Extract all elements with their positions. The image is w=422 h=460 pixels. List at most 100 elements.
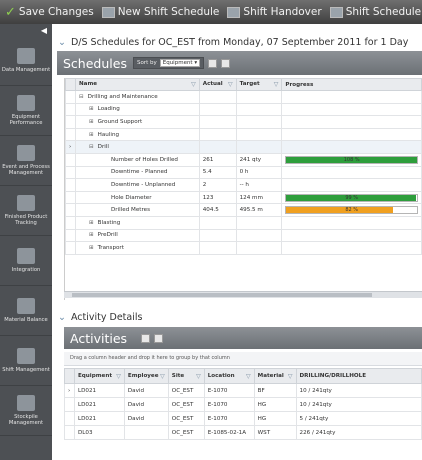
scrollbar-thumb[interactable] xyxy=(72,293,372,297)
row-indicator[interactable] xyxy=(65,115,76,129)
expand-icon[interactable]: ⊞ xyxy=(89,132,94,138)
cell-actual xyxy=(198,90,237,104)
row-indicator[interactable] xyxy=(65,165,76,180)
column-header-drilling[interactable]: DRILLING/DRILLHOLE xyxy=(295,368,422,384)
table-row[interactable]: Drilled Metres 404.5 495.5 m 82 % xyxy=(65,203,422,217)
collapse-sidebar-icon[interactable]: ◀ xyxy=(0,24,52,36)
sidebar-item-product[interactable]: Finished Product Tracking xyxy=(0,186,52,236)
table-row[interactable]: LD021 David OC_EST E-1070 HG 5 / 241qty xyxy=(64,411,422,426)
row-indicator[interactable]: › xyxy=(64,383,75,398)
shift-handover-button[interactable]: Shift Handover xyxy=(227,6,322,18)
cell-target: -- h xyxy=(235,178,283,192)
schedule-horizontal-scrollbar[interactable] xyxy=(64,291,422,298)
filter-icon[interactable]: ▽ xyxy=(196,373,201,380)
column-header-location[interactable]: Location ▽ xyxy=(203,368,255,384)
cell-target xyxy=(235,228,283,243)
cell-target xyxy=(235,102,283,117)
cell-actual xyxy=(198,241,237,255)
filter-icon[interactable]: ▽ xyxy=(191,81,196,88)
table-row[interactable]: Hole Diameter 123 124 mm 99 % xyxy=(65,190,422,205)
filter-icon[interactable]: ▽ xyxy=(160,373,165,380)
column-header-text: Material xyxy=(257,372,284,379)
table-row[interactable]: Downtime - Unplanned 2 -- h xyxy=(65,178,422,192)
filter-icon[interactable]: ▽ xyxy=(288,373,293,380)
sidebar-item-data[interactable]: Data Management xyxy=(0,36,52,86)
sidebar-item-event[interactable]: Event and Process Management xyxy=(0,136,52,186)
new-shift-schedule-button[interactable]: New Shift Schedule xyxy=(101,6,219,18)
document-icon[interactable] xyxy=(221,58,231,68)
table-row[interactable]: › LD021 David OC_EST E-1070 BF 10 / 241qty xyxy=(64,383,422,398)
link-icon[interactable] xyxy=(141,333,151,343)
sidebar-item-label: Integration xyxy=(11,267,41,273)
sidebar-item-integration[interactable]: Integration xyxy=(0,236,52,286)
filter-icon[interactable]: ▽ xyxy=(228,81,233,88)
column-header-target-text: Target xyxy=(239,81,260,87)
table-row[interactable]: LD021 David OC_EST E-1070 HG 10 / 241qty xyxy=(64,397,422,412)
column-header-actual[interactable]: Actual ▽ xyxy=(198,78,237,91)
cell-progress: 82 % xyxy=(281,203,422,217)
column-header-text: Employee xyxy=(127,372,159,379)
link-icon[interactable] xyxy=(208,58,218,68)
sort-by-select[interactable]: Equipment ▾ xyxy=(159,59,201,67)
column-header-employee[interactable]: Employee ▽ xyxy=(123,368,169,384)
table-row[interactable]: ⊞ Blasting xyxy=(65,215,422,230)
sidebar-item-shift[interactable]: Shift Management xyxy=(0,336,52,386)
table-cell: OC_EST xyxy=(167,411,205,426)
shift-handover-label: Shift Handover xyxy=(243,6,322,18)
row-indicator[interactable] xyxy=(64,425,75,440)
row-indicator[interactable] xyxy=(65,190,76,205)
table-row[interactable]: ⊞ PreDrill xyxy=(65,228,422,243)
row-indicator[interactable] xyxy=(64,411,75,426)
collapse-activity-panel-icon[interactable]: ⌄ xyxy=(58,312,66,323)
expand-icon[interactable]: ⊞ xyxy=(89,106,94,112)
collapse-icon[interactable]: ⊟ xyxy=(79,94,84,100)
table-row[interactable]: ⊞ Loading xyxy=(65,102,422,117)
column-header-site[interactable]: Site ▽ xyxy=(167,368,205,384)
table-row[interactable]: DL03 OC_EST E-1085-02-1A WST 226 / 241qty xyxy=(64,425,422,440)
sidebar-item-material[interactable]: Material Balance xyxy=(0,286,52,336)
column-header-name[interactable]: Name ▽ xyxy=(74,78,200,91)
save-changes-button[interactable]: ✓ Save Changes xyxy=(5,5,94,20)
group-by-panel[interactable]: Drag a column header and drop it here to… xyxy=(64,352,422,366)
expand-icon[interactable]: ⊞ xyxy=(89,232,94,238)
table-row[interactable]: Downtime - Planned 5.4 0 h xyxy=(65,165,422,180)
table-row[interactable]: ⊞ Transport xyxy=(65,241,422,255)
column-header-material[interactable]: Material ▽ xyxy=(253,368,297,384)
expand-icon[interactable]: ⊞ xyxy=(89,245,94,251)
row-indicator[interactable] xyxy=(65,178,76,192)
filter-icon[interactable]: ▽ xyxy=(116,373,121,380)
row-indicator[interactable] xyxy=(65,152,76,167)
row-indicator[interactable] xyxy=(65,241,76,255)
column-header-progress[interactable]: Progress xyxy=(281,78,422,91)
sidebar-item-equipment[interactable]: Equipment Performance xyxy=(0,86,52,136)
table-row[interactable]: › ⊟ Drill xyxy=(65,140,422,154)
table-row[interactable]: ⊞ Ground Support xyxy=(65,115,422,129)
collapse-icon[interactable]: ⊟ xyxy=(89,144,94,150)
document-icon[interactable] xyxy=(154,333,164,343)
filter-icon[interactable]: ▽ xyxy=(274,81,279,88)
column-header-target[interactable]: Target ▽ xyxy=(235,78,283,91)
expand-icon[interactable]: ⊞ xyxy=(89,220,94,226)
cell-target: 124 mm xyxy=(235,190,283,205)
filter-icon[interactable]: ▽ xyxy=(246,373,251,380)
row-indicator[interactable] xyxy=(65,203,76,217)
sidebar-item-label: Event and Process Management xyxy=(2,164,50,176)
row-indicator[interactable] xyxy=(65,215,76,230)
row-indicator[interactable] xyxy=(65,90,76,104)
sidebar-item-label: Material Balance xyxy=(4,317,48,323)
table-row[interactable]: ⊟ Drilling and Maintenance xyxy=(65,90,422,104)
row-indicator[interactable] xyxy=(65,127,76,142)
collapse-panel-icon[interactable]: ⌄ xyxy=(58,37,66,48)
shift-schedule-template-button[interactable]: Shift Schedule Tem xyxy=(329,6,422,18)
column-header-equipment[interactable]: Equipment ▽ xyxy=(73,368,125,384)
row-indicator[interactable]: › xyxy=(65,140,76,154)
cell-actual: 123 xyxy=(198,190,237,205)
row-indicator[interactable] xyxy=(65,228,76,243)
row-indicator[interactable] xyxy=(65,102,76,117)
row-indicator[interactable] xyxy=(64,397,75,412)
sidebar-item-stockpile[interactable]: Stockpile Management xyxy=(0,386,52,436)
expand-icon[interactable]: ⊞ xyxy=(89,119,94,125)
table-row[interactable]: ⊞ Hauling xyxy=(65,127,422,142)
cell-name-text: Hauling xyxy=(97,131,120,138)
table-row[interactable]: Number of Holes Drilled 261 241 qty 108 % xyxy=(65,152,422,167)
